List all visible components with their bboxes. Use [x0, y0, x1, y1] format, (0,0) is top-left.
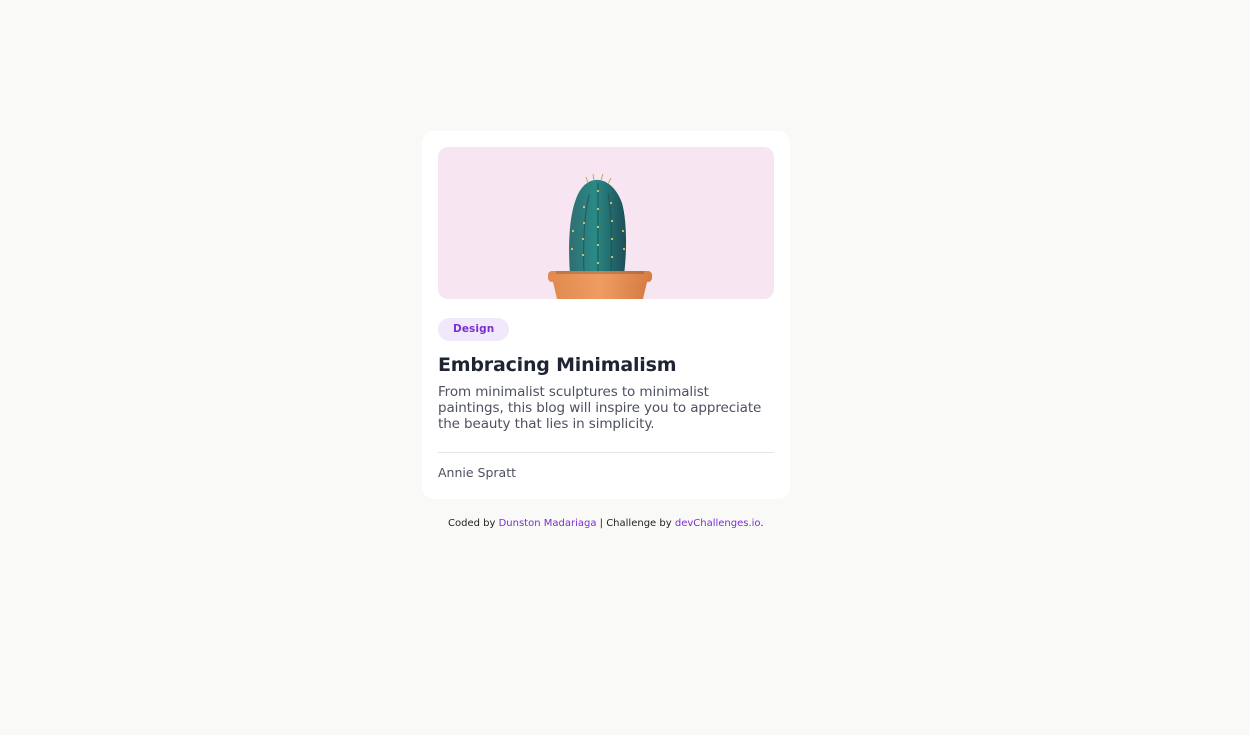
author-name: Annie Spratt: [438, 465, 517, 480]
category-badge[interactable]: Design: [438, 318, 510, 341]
attribution-footer: Coded by Dunston Madariaga | Challenge b…: [448, 518, 764, 529]
cactus-illustration: [548, 173, 652, 299]
footer-separator: | Challenge by: [599, 518, 672, 529]
divider: [438, 452, 774, 453]
page: Design Embracing Minimalism From minimal…: [0, 0, 1250, 735]
footer-suffix: .: [760, 518, 764, 529]
challenge-link[interactable]: devChallenges.io: [675, 518, 761, 529]
blog-card[interactable]: Design Embracing Minimalism From minimal…: [422, 131, 790, 499]
card-image: [438, 147, 774, 299]
card-description: From minimalist sculptures to minimalist…: [438, 384, 762, 432]
footer-prefix: Coded by: [448, 518, 496, 529]
author-link[interactable]: Dunston Madariaga: [499, 518, 597, 529]
card-title[interactable]: Embracing Minimalism: [438, 354, 676, 376]
